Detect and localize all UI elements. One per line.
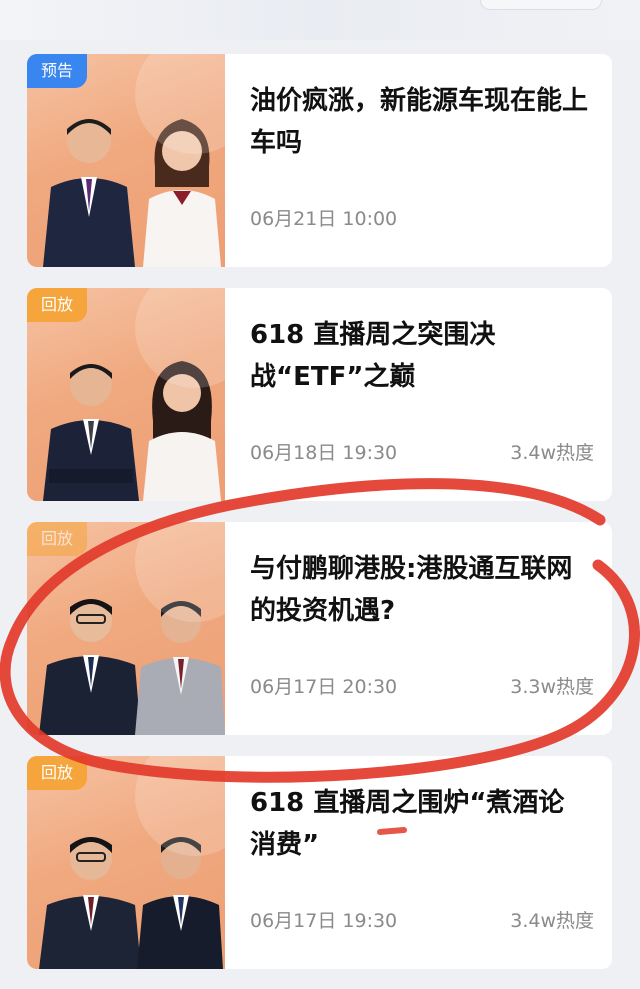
host-figure	[131, 585, 225, 735]
live-time: 06月17日 20:30	[250, 676, 398, 698]
live-thumbnail: 预告	[27, 54, 225, 267]
host-figure	[139, 351, 225, 501]
live-thumbnail: 回放	[27, 288, 225, 501]
host-figure	[33, 585, 143, 735]
host-figure	[133, 819, 225, 969]
live-title[interactable]: 618 直播周之突围决战“ETF”之巅	[250, 314, 590, 398]
live-card[interactable]: 预告 油价疯涨，新能源车现在能上车吗 06月21日 10:00	[27, 54, 612, 267]
live-time: 06月21日 10:00	[250, 208, 398, 230]
live-title[interactable]: 与付鹏聊港股:港股通互联网的投资机遇?	[250, 548, 590, 632]
host-figure	[139, 107, 225, 267]
host-figure	[33, 819, 143, 969]
status-badge: 回放	[27, 756, 88, 790]
live-title[interactable]: 618 直播周之围炉“煮酒论消费”	[250, 782, 590, 866]
heat-count: 3.3w热度	[510, 676, 594, 698]
top-button[interactable]	[480, 0, 602, 10]
live-time: 06月17日 19:30	[250, 910, 398, 932]
live-time: 06月18日 19:30	[250, 442, 398, 464]
live-title[interactable]: 油价疯涨，新能源车现在能上车吗	[250, 80, 590, 164]
host-figure	[39, 351, 143, 501]
live-thumbnail: 回放	[27, 756, 225, 969]
live-card[interactable]: 回放 与付鹏聊港股:港股通互联网的投资机遇? 06月17日 20:30 3.3w…	[27, 522, 612, 735]
live-card[interactable]: 回放 618 直播周之围炉“煮酒论消费” 06月17日 19:30 3.4w热度	[27, 756, 612, 969]
heat-count: 3.4w热度	[510, 910, 594, 932]
status-badge: 回放	[27, 522, 88, 556]
status-badge: 预告	[27, 54, 88, 88]
live-thumbnail: 回放	[27, 522, 225, 735]
status-badge: 回放	[27, 288, 88, 322]
live-card[interactable]: 回放 618 直播周之突围决战“ETF”之巅 06月18日 19:30 3.4w…	[27, 288, 612, 501]
host-figure	[39, 107, 139, 267]
heat-count: 3.4w热度	[510, 442, 594, 464]
